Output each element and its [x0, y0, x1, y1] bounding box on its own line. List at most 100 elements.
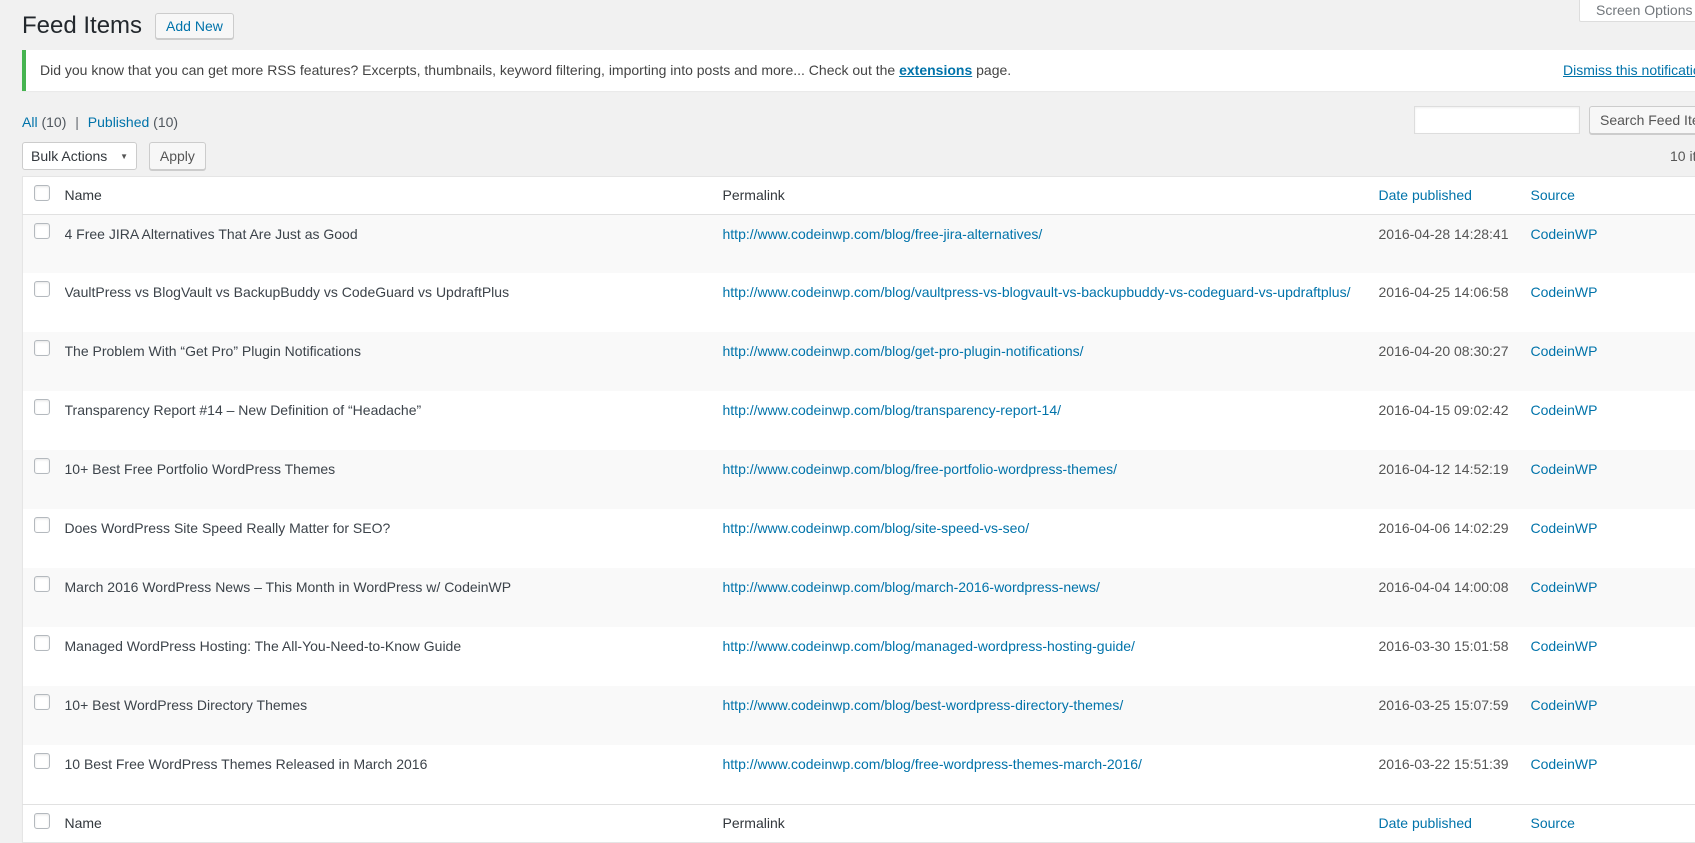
- apply-button[interactable]: Apply: [149, 142, 206, 170]
- feed-item-permalink[interactable]: http://www.codeinwp.com/blog/transparenc…: [723, 402, 1062, 418]
- feed-item-date-published: 2016-03-30 15:01:58: [1379, 627, 1531, 686]
- feed-item-name: Does WordPress Site Speed Really Matter …: [65, 509, 723, 568]
- feed-item-source[interactable]: CodeinWP: [1531, 697, 1598, 713]
- table-row: Does WordPress Site Speed Really Matter …: [23, 509, 1695, 568]
- table-footer-row: Name Permalink Date published Source: [23, 804, 1695, 842]
- search-box: Search Feed Items: [1414, 106, 1695, 134]
- row-checkbox[interactable]: [34, 753, 50, 769]
- table-header: Name Permalink Date published Source: [23, 177, 1695, 215]
- row-checkbox[interactable]: [34, 281, 50, 297]
- view-separator: |: [75, 114, 79, 130]
- feed-item-permalink-cell: http://www.codeinwp.com/blog/vaultpress-…: [723, 273, 1379, 332]
- footer-column-source-cell: Source: [1531, 804, 1695, 842]
- row-checkbox[interactable]: [34, 223, 50, 239]
- feed-item-date-published: 2016-04-25 14:06:58: [1379, 273, 1531, 332]
- feed-item-name: VaultPress vs BlogVault vs BackupBuddy v…: [65, 273, 723, 332]
- row-checkbox[interactable]: [34, 635, 50, 651]
- page-title: Feed Items: [22, 11, 142, 40]
- feed-item-permalink[interactable]: http://www.codeinwp.com/blog/free-jira-a…: [723, 226, 1043, 242]
- select-all-checkbox-bottom[interactable]: [34, 813, 50, 829]
- row-checkbox[interactable]: [34, 340, 50, 356]
- feed-item-permalink-cell: http://www.codeinwp.com/blog/free-jira-a…: [723, 214, 1379, 273]
- table-row: Managed WordPress Hosting: The All-You-N…: [23, 627, 1695, 686]
- row-check-cell: [23, 391, 65, 450]
- feed-item-source-cell: CodeinWP: [1531, 332, 1695, 391]
- view-all-count: (10): [41, 114, 66, 130]
- feed-item-permalink[interactable]: http://www.codeinwp.com/blog/free-portfo…: [723, 461, 1118, 477]
- row-checkbox[interactable]: [34, 576, 50, 592]
- feed-item-name: 4 Free JIRA Alternatives That Are Just a…: [65, 214, 723, 273]
- notice-text: Did you know that you can get more RSS f…: [40, 62, 899, 78]
- feed-item-permalink[interactable]: http://www.codeinwp.com/blog/best-wordpr…: [723, 697, 1124, 713]
- row-check-cell: [23, 568, 65, 627]
- feed-item-permalink-cell: http://www.codeinwp.com/blog/march-2016-…: [723, 568, 1379, 627]
- row-checkbox[interactable]: [34, 517, 50, 533]
- feed-items-table: Name Permalink Date published Source 4 F…: [22, 176, 1695, 843]
- feed-item-permalink[interactable]: http://www.codeinwp.com/blog/free-wordpr…: [723, 756, 1142, 772]
- row-check-cell: [23, 627, 65, 686]
- row-checkbox[interactable]: [34, 694, 50, 710]
- view-all-link[interactable]: All: [22, 114, 38, 130]
- table-row: 10+ Best WordPress Directory Themeshttp:…: [23, 686, 1695, 745]
- feed-item-source[interactable]: CodeinWP: [1531, 284, 1598, 300]
- notice-text-after: page.: [972, 62, 1011, 78]
- column-header-source-cell: Source: [1531, 177, 1695, 215]
- column-header-date-published[interactable]: Date published: [1379, 187, 1472, 203]
- footer-column-source[interactable]: Source: [1531, 815, 1575, 831]
- add-new-button[interactable]: Add New: [155, 13, 234, 39]
- feed-item-source[interactable]: CodeinWP: [1531, 226, 1598, 242]
- feed-item-name: 10 Best Free WordPress Themes Released i…: [65, 745, 723, 804]
- feed-item-source[interactable]: CodeinWP: [1531, 520, 1598, 536]
- table-row: VaultPress vs BlogVault vs BackupBuddy v…: [23, 273, 1695, 332]
- select-all-checkbox[interactable]: [34, 185, 50, 201]
- feed-item-permalink[interactable]: http://www.codeinwp.com/blog/vaultpress-…: [723, 284, 1351, 300]
- feed-item-source-cell: CodeinWP: [1531, 450, 1695, 509]
- feed-item-name: 10+ Best Free Portfolio WordPress Themes: [65, 450, 723, 509]
- feed-item-date-published: 2016-03-22 15:51:39: [1379, 745, 1531, 804]
- extensions-link[interactable]: extensions: [899, 62, 972, 78]
- feed-item-source[interactable]: CodeinWP: [1531, 343, 1598, 359]
- row-check-cell: [23, 332, 65, 391]
- footer-check-cell: [23, 804, 65, 842]
- header-check-cell: [23, 177, 65, 215]
- row-checkbox[interactable]: [34, 399, 50, 415]
- feed-item-source-cell: CodeinWP: [1531, 745, 1695, 804]
- view-published-link[interactable]: Published: [88, 114, 150, 130]
- feed-item-name: 10+ Best WordPress Directory Themes: [65, 686, 723, 745]
- row-checkbox[interactable]: [34, 458, 50, 474]
- table-row: Transparency Report #14 – New Definition…: [23, 391, 1695, 450]
- table-row: The Problem With “Get Pro” Plugin Notifi…: [23, 332, 1695, 391]
- table-header-row: Name Permalink Date published Source: [23, 177, 1695, 215]
- feed-item-source-cell: CodeinWP: [1531, 627, 1695, 686]
- row-check-cell: [23, 745, 65, 804]
- row-check-cell: [23, 450, 65, 509]
- table-row: 10+ Best Free Portfolio WordPress Themes…: [23, 450, 1695, 509]
- bulk-actions-select[interactable]: Bulk Actions: [22, 142, 137, 170]
- column-header-date-published-cell: Date published: [1379, 177, 1531, 215]
- feed-item-permalink[interactable]: http://www.codeinwp.com/blog/managed-wor…: [723, 638, 1135, 654]
- notice-banner: Did you know that you can get more RSS f…: [22, 50, 1695, 91]
- column-header-source[interactable]: Source: [1531, 187, 1575, 203]
- feed-item-permalink[interactable]: http://www.codeinwp.com/blog/march-2016-…: [723, 579, 1100, 595]
- feed-item-source[interactable]: CodeinWP: [1531, 756, 1598, 772]
- column-header-permalink: Permalink: [723, 177, 1379, 215]
- feed-item-date-published: 2016-04-06 14:02:29: [1379, 509, 1531, 568]
- feed-item-date-published: 2016-04-15 09:02:42: [1379, 391, 1531, 450]
- dismiss-notification-link[interactable]: Dismiss this notification: [1563, 61, 1695, 80]
- feed-item-source-cell: CodeinWP: [1531, 214, 1695, 273]
- feed-item-source[interactable]: CodeinWP: [1531, 579, 1598, 595]
- footer-column-name: Name: [65, 804, 723, 842]
- search-input[interactable]: [1414, 106, 1580, 134]
- feed-item-date-published: 2016-03-25 15:07:59: [1379, 686, 1531, 745]
- row-check-cell: [23, 686, 65, 745]
- feed-item-permalink-cell: http://www.codeinwp.com/blog/site-speed-…: [723, 509, 1379, 568]
- table-row: 10 Best Free WordPress Themes Released i…: [23, 745, 1695, 804]
- footer-column-date-published[interactable]: Date published: [1379, 815, 1472, 831]
- search-feed-items-button[interactable]: Search Feed Items: [1589, 106, 1695, 134]
- feed-item-permalink[interactable]: http://www.codeinwp.com/blog/site-speed-…: [723, 520, 1030, 536]
- feed-item-source[interactable]: CodeinWP: [1531, 402, 1598, 418]
- feed-item-permalink[interactable]: http://www.codeinwp.com/blog/get-pro-plu…: [723, 343, 1084, 359]
- feed-item-source[interactable]: CodeinWP: [1531, 461, 1598, 477]
- feed-item-source[interactable]: CodeinWP: [1531, 638, 1598, 654]
- feed-items-page: { "page": { "title": "Feed Items", "add_…: [0, 0, 1695, 841]
